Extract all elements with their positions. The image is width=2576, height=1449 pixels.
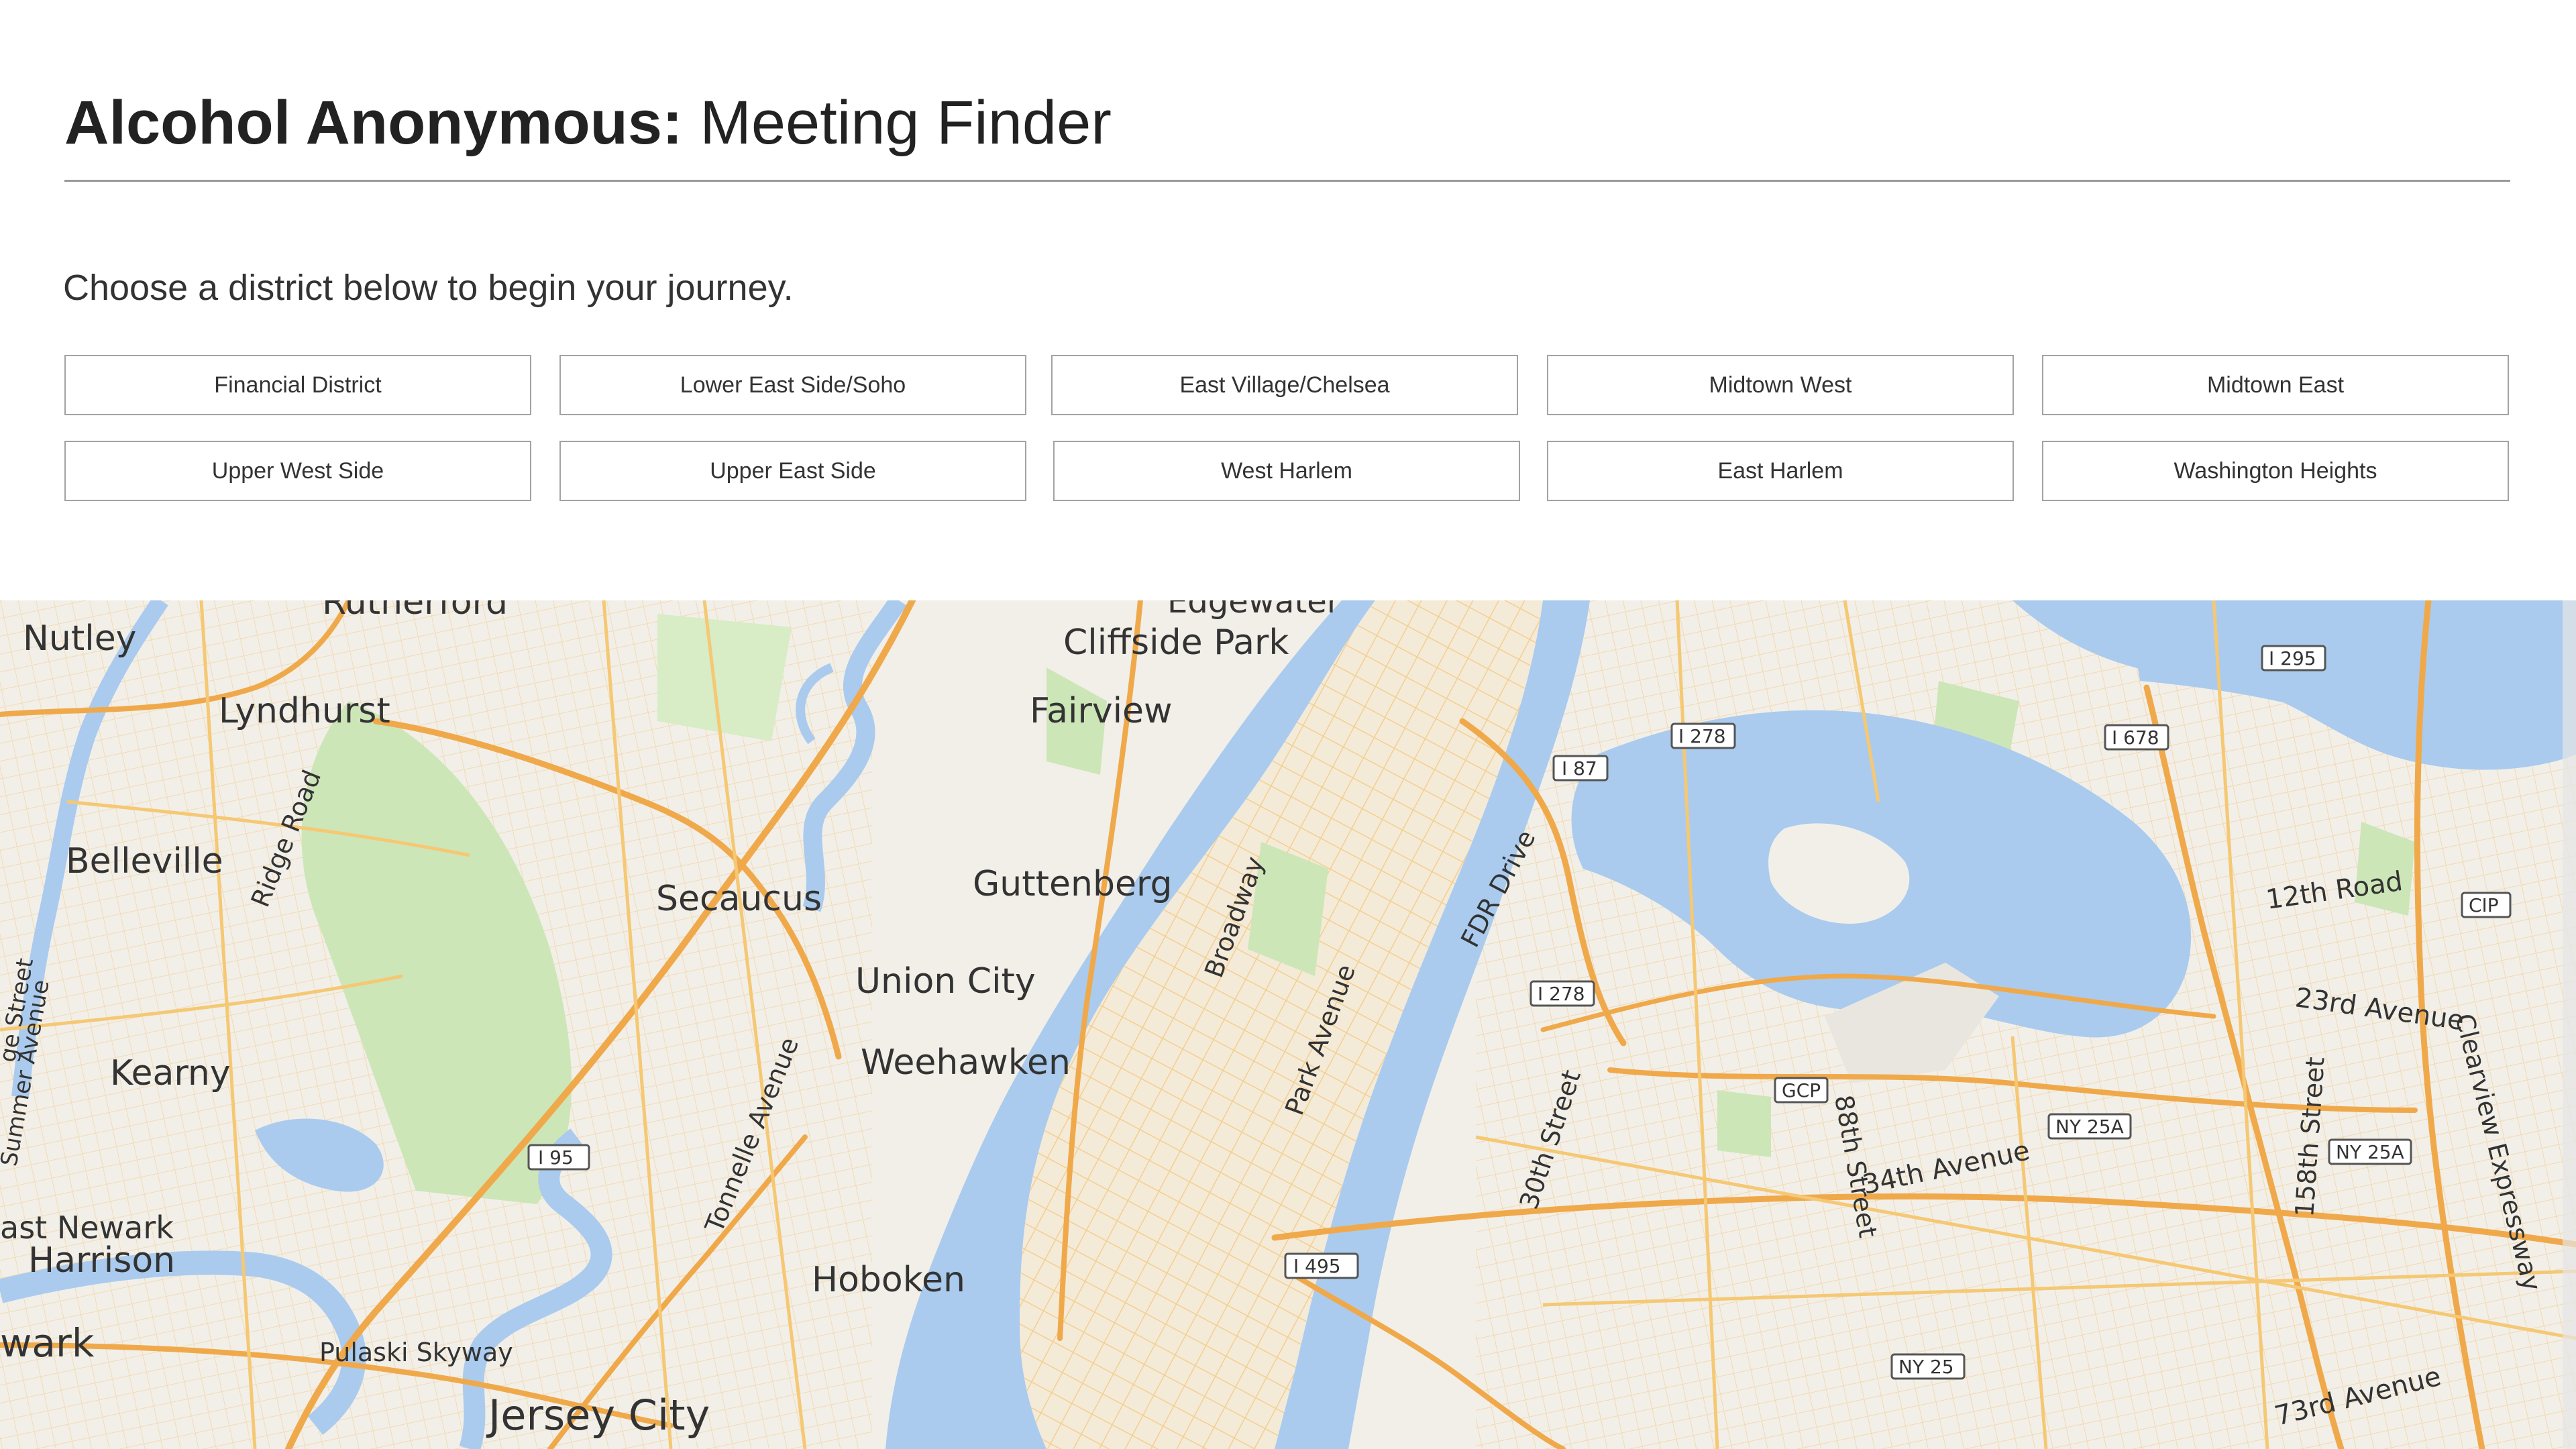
highway-shield-ny25a-east: NY 25A: [2328, 1138, 2412, 1165]
svg-text:I 495: I 495: [1293, 1255, 1341, 1277]
highway-shield-i678: I 678: [2104, 724, 2169, 751]
svg-text:GCP: GCP: [1782, 1079, 1821, 1102]
page-header: Alcohol Anonymous: Meeting Finder: [64, 86, 2510, 160]
place-label-cliffside-park: Cliffside Park: [1063, 623, 1289, 663]
district-button-washington-heights[interactable]: Washington Heights: [2042, 441, 2509, 501]
place-label-nutley: Nutley: [23, 619, 136, 659]
district-button-upper-west-side[interactable]: Upper West Side: [64, 441, 531, 501]
header-divider: [64, 180, 2510, 182]
intro-text: Choose a district below to begin your jo…: [63, 268, 794, 308]
svg-text:I 95: I 95: [538, 1146, 574, 1169]
highway-shield-i87: I 87: [1552, 755, 1609, 782]
park-area: [1717, 1090, 1771, 1157]
highway-shield-i95: I 95: [527, 1144, 590, 1171]
highway-shield-cip: CIP: [2461, 892, 2512, 918]
svg-text:I 278: I 278: [1678, 725, 1726, 747]
district-button-lower-east-side-soho[interactable]: Lower East Side/Soho: [559, 355, 1026, 415]
place-label-guttenberg: Guttenberg: [973, 864, 1172, 904]
place-label-belleville: Belleville: [66, 841, 223, 881]
place-label-kearny: Kearny: [110, 1053, 231, 1093]
svg-text:I 295: I 295: [2269, 647, 2316, 669]
district-button-midtown-west[interactable]: Midtown West: [1547, 355, 2014, 415]
svg-text:I 678: I 678: [2112, 727, 2159, 749]
place-label-weehawken: Weehawken: [861, 1042, 1071, 1083]
title-text: Meeting Finder: [682, 89, 1112, 157]
svg-text:I 87: I 87: [1562, 757, 1597, 780]
place-label-hoboken: Hoboken: [812, 1260, 965, 1300]
place-label-secaucus: Secaucus: [656, 879, 822, 919]
highway-shield-i295: I 295: [2261, 645, 2326, 672]
district-button-financial-district[interactable]: Financial District: [64, 355, 531, 415]
road-label-pulaski-skyway: Pulaski Skyway: [319, 1338, 513, 1367]
place-label-union-city: Union City: [855, 961, 1036, 1002]
brand-name: Alcohol Anonymous:: [64, 89, 683, 157]
map-view[interactable]: Rutherford Edgewater Nutley Cliffside Pa…: [0, 600, 2576, 1449]
map-canvas[interactable]: Rutherford Edgewater Nutley Cliffside Pa…: [0, 600, 2576, 1449]
place-label-jersey-city: Jersey City: [486, 1391, 710, 1440]
place-label-lyndhurst: Lyndhurst: [219, 691, 390, 731]
svg-text:I 278: I 278: [1538, 983, 1585, 1005]
district-button-upper-east-side[interactable]: Upper East Side: [559, 441, 1026, 501]
highway-shield-i495: I 495: [1284, 1252, 1359, 1279]
svg-text:NY 25: NY 25: [1898, 1356, 1954, 1378]
map-edge-shadow: [2563, 600, 2576, 1449]
place-label-rutherford: Rutherford: [322, 600, 508, 623]
highway-shield-i278-south: I 278: [1529, 980, 1595, 1007]
highway-shield-i278-north: I 278: [1670, 722, 1736, 749]
district-button-east-village-chelsea[interactable]: East Village/Chelsea: [1051, 355, 1518, 415]
district-button-midtown-east[interactable]: Midtown East: [2042, 355, 2509, 415]
highway-shield-ny25a-west: NY 25A: [2047, 1113, 2132, 1140]
svg-text:CIP: CIP: [2469, 894, 2499, 916]
place-label-newark: wark: [0, 1320, 95, 1366]
district-button-west-harlem[interactable]: West Harlem: [1053, 441, 1520, 501]
park-area: [657, 614, 792, 741]
place-label-harrison: Harrison: [28, 1240, 175, 1281]
svg-text:NY 25A: NY 25A: [2055, 1116, 2124, 1138]
place-label-fairview: Fairview: [1030, 691, 1173, 731]
svg-text:NY 25A: NY 25A: [2336, 1141, 2404, 1163]
district-button-east-harlem[interactable]: East Harlem: [1547, 441, 2014, 501]
page-title: Alcohol Anonymous: Meeting Finder: [64, 86, 2510, 160]
highway-shield-gcp: GCP: [1774, 1077, 1829, 1104]
place-label-edgewater: Edgewater: [1167, 600, 1340, 621]
highway-shield-ny25: NY 25: [1890, 1353, 1966, 1380]
